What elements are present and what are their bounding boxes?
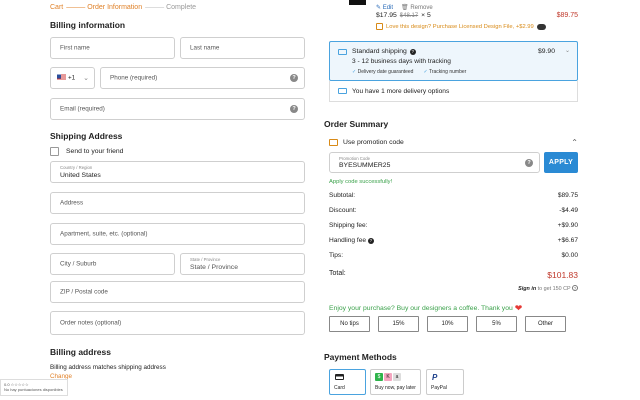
country-select[interactable]: Country / Region United States	[50, 161, 305, 183]
promo-success-message: Apply code successfully!	[329, 179, 393, 185]
breadcrumb-complete: Complete	[166, 4, 197, 11]
tips-row: Tips: $0.00	[329, 252, 578, 259]
email-field[interactable]: Email (required) ?	[50, 98, 305, 120]
last-name-field[interactable]: Last name	[180, 37, 305, 59]
shipping-method-selected[interactable]: Standard shipping? $9.90 ⌄ 3 - 12 busine…	[329, 41, 578, 81]
billing-title: Billing information	[50, 20, 126, 30]
license-upsell[interactable]: Love this design? Purchase Licensed Desi…	[376, 23, 546, 30]
heart-icon: ❤	[514, 303, 523, 313]
rating-badge: 0.0 ☆☆☆☆☆ No hay puntuaciones disponible…	[0, 379, 68, 396]
tip-option-none[interactable]: No tips	[329, 316, 370, 332]
tip-options: No tips 15% 10% 5% Other	[329, 316, 566, 332]
shipping-fee-row: Shipping fee: +$9.90	[329, 222, 578, 229]
breadcrumb: Cart ——— Order Information ——— Complete	[50, 4, 197, 11]
order-notes-field[interactable]: Order notes (optional)	[50, 311, 305, 335]
chevron-down-icon: ⌄	[83, 75, 89, 82]
payment-paypal[interactable]: P PayPal	[426, 369, 464, 395]
help-icon[interactable]: ?	[290, 74, 298, 82]
product-thumbnail	[349, 0, 366, 5]
us-flag-icon	[57, 74, 66, 81]
order-summary-title: Order Summary	[324, 119, 389, 129]
tip-option-15[interactable]: 15%	[378, 316, 419, 332]
send-to-friend-checkbox[interactable]	[50, 147, 59, 156]
cart-item-price: $17.95 $48.17 × 5	[376, 12, 431, 19]
affirm-icon: a	[393, 373, 401, 381]
payment-methods-title: Payment Methods	[324, 352, 397, 362]
help-icon[interactable]: ?	[290, 105, 298, 113]
subtotal-row: Subtotal: $89.75	[329, 192, 578, 199]
discount-row: Discount: -$4.49	[329, 207, 578, 214]
phone-field[interactable]: Phone (required) ?	[100, 67, 305, 89]
license-upsell-checkbox[interactable]	[376, 23, 383, 30]
signin-link[interactable]: Sign in	[518, 286, 536, 292]
tip-option-other[interactable]: Other	[525, 316, 566, 332]
tip-option-10[interactable]: 10%	[427, 316, 468, 332]
more-delivery-options[interactable]: You have 1 more delivery options	[329, 81, 578, 102]
shipping-title: Shipping Address	[50, 131, 123, 141]
chevron-down-icon[interactable]: ⌄	[565, 47, 570, 54]
promo-toggle[interactable]: Use promotion code ⌃	[329, 138, 578, 147]
help-icon[interactable]: ?	[525, 158, 533, 167]
info-icon[interactable]: ?	[409, 48, 416, 55]
billing-matches-text: Billing address matches shipping address	[50, 364, 166, 371]
cart-item-total: $89.75	[556, 12, 578, 19]
country-code-select[interactable]: +1 ⌄	[50, 67, 95, 89]
breadcrumb-order-information: Order Information	[87, 4, 143, 11]
credit-card-icon	[335, 374, 344, 380]
total-row: Total: $101.83	[329, 270, 578, 280]
city-field[interactable]: City / Suburb	[50, 253, 175, 275]
address-field[interactable]: Address	[50, 192, 305, 214]
apply-promo-button[interactable]: APPLY	[544, 152, 578, 173]
paypal-icon: P	[432, 373, 438, 382]
remove-item-link[interactable]: 🗑 Remove	[401, 4, 433, 11]
payment-bnpl[interactable]: $ K a Buy now, pay later	[370, 369, 421, 395]
state-select[interactable]: State / Province State / Province	[180, 253, 305, 275]
zip-field[interactable]: ZIP / Postal code	[50, 281, 305, 303]
payment-card[interactable]: Card	[329, 369, 366, 395]
afterpay-icon: $	[375, 373, 383, 381]
breadcrumb-cart[interactable]: Cart	[50, 4, 63, 11]
apartment-field[interactable]: Apartment, suite, etc. (optional)	[50, 223, 305, 245]
tip-prompt: Enjoy your purchase? Buy our designers a…	[329, 303, 523, 313]
signin-reward: Sign in to get 150 CP ?	[518, 285, 578, 292]
download-cloud-icon	[536, 23, 546, 30]
help-icon[interactable]: ?	[572, 285, 578, 291]
promo-code-field[interactable]: Promotion Code BYESUMMER25 ?	[329, 152, 540, 173]
edit-item-link[interactable]: ✎ Edit	[376, 4, 393, 11]
klarna-icon: K	[384, 373, 392, 381]
bnpl-icons: $ K a	[375, 373, 401, 381]
handling-fee-row: Handling fee ? +$6.67	[329, 237, 578, 244]
info-icon[interactable]: ?	[367, 238, 374, 244]
ticket-icon	[329, 139, 338, 146]
truck-icon	[338, 88, 347, 94]
billing-address-title: Billing address	[50, 347, 111, 357]
chevron-up-icon[interactable]: ⌃	[571, 138, 578, 147]
cart-item-actions: ✎ Edit 🗑 Remove	[376, 4, 433, 11]
first-name-field[interactable]: First name	[50, 37, 175, 59]
send-to-friend[interactable]: Send to your friend	[50, 147, 123, 156]
tip-option-5[interactable]: 5%	[476, 316, 517, 332]
truck-icon	[338, 49, 347, 55]
